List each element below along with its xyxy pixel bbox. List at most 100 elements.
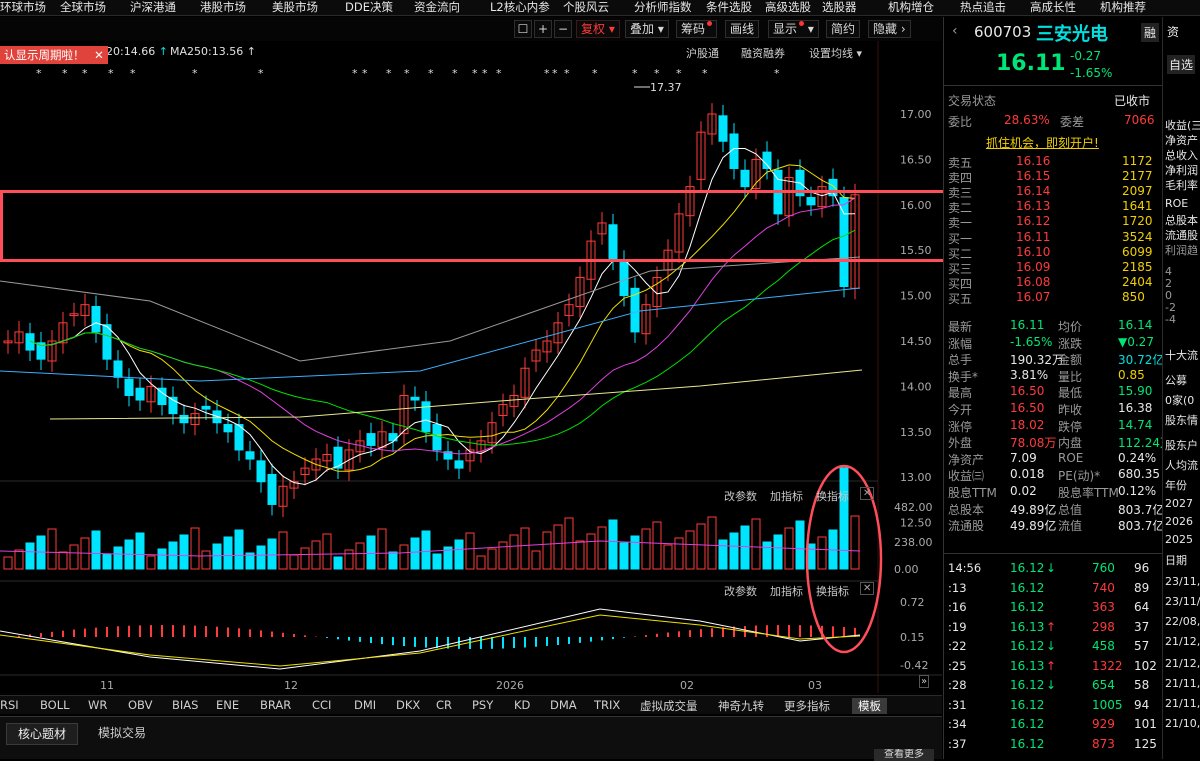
chips-button[interactable]: 筹码 (676, 20, 718, 38)
zoom-in-button[interactable]: + (534, 20, 552, 38)
topnav-item[interactable]: L2核心内参 (490, 0, 550, 15)
side-info-text: 收益(三 (1165, 119, 1200, 132)
indicator-tab[interactable]: DMI (354, 698, 376, 712)
prev-stock-icon[interactable]: ‹ (952, 23, 958, 39)
bid-volume: 850 (1122, 290, 1145, 304)
macd-add-indicator[interactable]: 加指标 (770, 583, 803, 599)
fuquan-dropdown[interactable]: 复权 ▾ (576, 20, 620, 38)
template-button[interactable]: 模板 (852, 698, 887, 714)
add-watchlist-button[interactable]: 自选 (1167, 55, 1196, 74)
ask-price: 16.15 (1016, 169, 1051, 183)
indicator-tab[interactable]: PSY (472, 698, 493, 712)
macd-tick-label: 0.15 (900, 631, 925, 644)
indicator-tab[interactable]: 神奇九转 (718, 698, 764, 714)
indicator-tab[interactable]: CR (436, 698, 452, 712)
indicator-tab[interactable]: BRAR (260, 698, 291, 712)
side-info-text: 23/11/ (1165, 595, 1200, 608)
vol-add-indicator[interactable]: 加指标 (770, 488, 803, 504)
volume-bar (652, 521, 662, 570)
view-more-button[interactable]: 查看更多 (874, 749, 934, 761)
margin-button[interactable]: 融 (1141, 23, 1160, 42)
topnav-item[interactable]: 高成长性 (1030, 0, 1076, 15)
indicator-tab[interactable]: CCI (312, 698, 331, 712)
stat-value: 0.24% (1118, 450, 1157, 465)
topnav-item[interactable]: 机构推荐 (1100, 0, 1146, 15)
candle-body (91, 305, 101, 333)
volume-bar (377, 528, 387, 570)
topnav-item[interactable]: 环球市场 (0, 0, 46, 15)
tab-core-theme[interactable]: 核心题材 (6, 723, 78, 745)
tick-price: 16.12 (1010, 736, 1045, 751)
hide-button[interactable]: 隐藏 › (868, 20, 911, 38)
topnav-item[interactable]: 个股风云 (563, 0, 609, 15)
indicator-tab[interactable]: ENE (216, 698, 239, 712)
f10-side-panel: 资 自选 收益(三 净资产 总收入 净利润 毛利率 ROE 总股本 流通股 利润趋 4 2 0 -2 -4… (1162, 17, 1200, 759)
zoom-out-button[interactable]: − (554, 20, 572, 38)
indicator-tab[interactable]: BIAS (172, 698, 198, 712)
kline-chart-area[interactable]: 17.00 16.50 16.00 15.50 15.00 14.50 14.00 13.50… (0, 41, 1200, 693)
topnav-item[interactable]: 热点追击 (960, 0, 1006, 15)
candle-body (410, 396, 420, 401)
topnav-item[interactable]: 沪深港通 (130, 0, 176, 15)
topnav-item[interactable]: 分析师指数 (634, 0, 692, 15)
stat-label: 股息率TTM (1058, 486, 1119, 500)
draw-line-button[interactable]: 画线 (725, 20, 760, 38)
indicator-tab[interactable]: TRIX (594, 698, 620, 712)
set-ma-link[interactable]: 设置均线 ▾ (809, 45, 862, 61)
tick-volume: 760 (1092, 561, 1115, 575)
margin-link[interactable]: 融资融券 (741, 45, 785, 61)
indicator-tab[interactable]: WR (88, 698, 107, 712)
stat-label: ROE (1058, 450, 1084, 465)
event-star-icon: * (362, 67, 368, 80)
indicator-tab[interactable]: DMA (550, 698, 577, 712)
volume-bar (278, 531, 288, 570)
topnav-item[interactable]: 美股市场 (272, 0, 318, 15)
tick-count: 125 (1134, 736, 1157, 751)
period-notice-banner[interactable]: 认显示周期啦！ ✕ (0, 46, 108, 64)
vol-close-button[interactable]: ✕ (860, 487, 875, 500)
simple-mode-button[interactable]: 简约 (826, 20, 861, 38)
indicator-tab[interactable]: BOLL (40, 698, 70, 712)
hgt-link[interactable]: 沪股通 (686, 45, 719, 61)
vol-switch-indicator[interactable]: 换指标 (816, 488, 849, 504)
side-tab-label[interactable]: 资 (1167, 23, 1179, 40)
topnav-item[interactable]: 机构增仓 (888, 0, 934, 15)
indicator-tab[interactable]: OBV (128, 698, 152, 712)
expand-icon[interactable]: » (919, 675, 930, 688)
candle-body (223, 424, 233, 433)
macd-edit-params[interactable]: 改参数 (724, 583, 757, 599)
checkbox-icon[interactable]: ☐ (514, 20, 532, 38)
tab-sim-trade[interactable]: 模拟交易 (86, 723, 158, 745)
topnav-item[interactable]: DDE决策 (345, 0, 393, 15)
volume-bar (509, 534, 519, 570)
topnav-item[interactable]: 港股市场 (200, 0, 246, 15)
weicha-label: 委差 (1060, 115, 1085, 129)
vol-edit-params[interactable]: 改参数 (724, 488, 757, 504)
open-account-link[interactable]: 抓住机会，即刻开户! (986, 134, 1099, 151)
volume-bar (839, 467, 849, 570)
volume-bar (696, 523, 706, 570)
side-info-text: 股东情 (1165, 414, 1198, 427)
topnav-item[interactable]: 高级选股 (765, 0, 811, 15)
display-dropdown[interactable]: 显示 ▾ (768, 20, 819, 38)
indicator-tab[interactable]: 虚拟成交量 (640, 698, 698, 714)
indicator-tab[interactable]: 更多指标 (784, 698, 830, 714)
topnav-item[interactable]: 条件选股 (706, 0, 752, 15)
indicator-tab[interactable]: DKX (396, 698, 420, 712)
event-star-icon: * (452, 67, 458, 80)
indicator-tab[interactable]: KD (514, 698, 530, 712)
side-info-text: 22/08, (1165, 615, 1200, 628)
stat-value: 0.85 (1118, 367, 1145, 382)
indicator-tab[interactable]: RSI (0, 698, 19, 712)
stat-value: ▼0.27 (1118, 334, 1154, 349)
topnav-item[interactable]: 资金流向 (414, 0, 460, 15)
macd-close-button[interactable]: ✕ (860, 582, 875, 595)
topnav-item[interactable]: 全球市场 (60, 0, 106, 15)
overlay-dropdown[interactable]: 叠加 ▾ (625, 20, 669, 38)
macd-switch-indicator[interactable]: 换指标 (816, 583, 849, 599)
notice-close-icon[interactable]: ✕ (94, 48, 104, 62)
price-change-pct: -1.65% (1070, 66, 1113, 80)
volume-bar (212, 543, 222, 570)
event-star-icon: * (496, 67, 502, 80)
topnav-item[interactable]: 选股器 (822, 0, 857, 15)
